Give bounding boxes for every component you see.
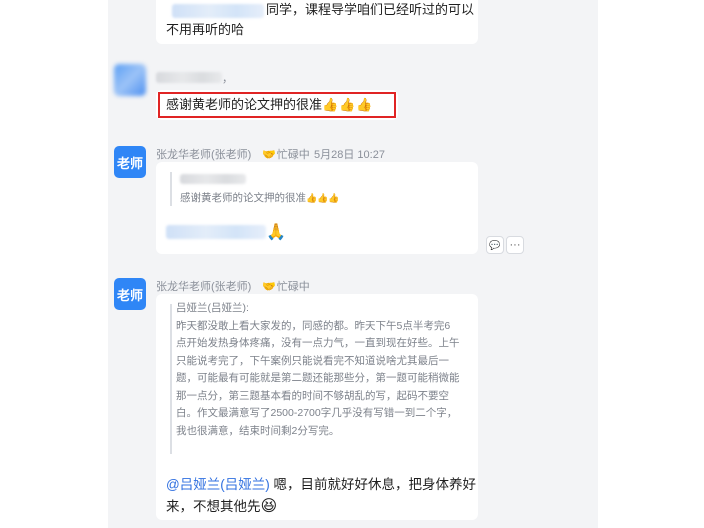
speech-bubble-icon[interactable]: 💬 <box>486 236 504 254</box>
status-icon: 🤝 <box>262 281 276 293</box>
message-bubble-4[interactable]: 吕娅兰(吕娅兰): 昨天都没敢上看大家发的，同感的都。昨天下午5点半考完6 点开… <box>156 294 478 520</box>
timestamp: 5月28日 10:27 <box>314 149 385 161</box>
more-glyph: ··· <box>509 239 521 251</box>
laughing-emoji-icon: 😆 <box>260 498 278 515</box>
avatar[interactable] <box>114 64 146 96</box>
pray-icon: 🙏 <box>266 224 286 241</box>
sender-separator: ， <box>222 73 233 85</box>
redacted-quote-name <box>180 174 246 184</box>
quote-line: 昨天都没敢上看大家发的，同感的都。昨天下午5点半考完6 <box>176 319 451 332</box>
reply-text-line1: 嗯，目前就好好休息，把身体养好 <box>269 477 476 492</box>
quote-line: 题，可能最有可能就是第二题还能那些分，第一题可能稍微能 <box>176 372 460 384</box>
quote-text: 感谢黄老师的论文押的很准 <box>180 192 306 204</box>
status-badge: 🤝忙碌中 <box>262 278 310 294</box>
quote-line: 只能说考完了，下午案例只能说看完不知道说啥尤其最后一 <box>176 354 449 367</box>
quote-line: 我也很满意，结束时间剩2分写完。 <box>176 424 340 437</box>
avatar-label: 老师 <box>116 155 143 171</box>
message-text-line2: 不用再听的哈 <box>166 22 245 37</box>
message-text-line1: 同学，课程导学咱们已经听过的可以 <box>266 2 475 17</box>
quote-block: 感谢黄老师的论文押的很准👍👍👍 <box>164 166 470 212</box>
quote-bar <box>170 172 172 206</box>
mention-link[interactable]: @吕娅兰(吕娅兰) <box>166 477 270 492</box>
quote-block: 吕娅兰(吕娅兰): 昨天都没敢上看大家发的，同感的都。昨天下午5点半考完6 点开… <box>164 298 470 460</box>
quote-author: 吕娅兰(吕娅兰): <box>176 302 249 314</box>
thumbs-up-icon: 👍👍👍 <box>306 193 340 203</box>
status-badge: 🤝忙碌中 <box>262 146 310 162</box>
quote-line: 那一点分，第三题基本看的时间不够胡乱的写，起码不要空 <box>176 389 449 402</box>
avatar-label: 老师 <box>116 287 143 303</box>
redacted-name <box>172 4 264 18</box>
quote-line: 点开始发热身体疼痛，没有一点力气，一直到现在好些。上午 <box>176 337 460 349</box>
redacted-reply-text <box>166 225 266 239</box>
more-icon[interactable]: ··· <box>506 236 524 254</box>
reply-text-line2: 来，不想其他先 <box>166 499 261 514</box>
status-icon: 🤝 <box>262 149 276 161</box>
comment-glyph: 💬 <box>489 239 501 250</box>
sender-name: 张龙华老师(张老师) <box>156 281 252 293</box>
teacher-avatar[interactable]: 老师 <box>114 278 146 310</box>
message-bubble-3[interactable]: 感谢黄老师的论文押的很准👍👍👍 🙏 <box>156 162 478 254</box>
sender-name: 张龙华老师(张老师) <box>156 149 252 161</box>
highlight-annotation <box>158 92 396 118</box>
teacher-avatar[interactable]: 老师 <box>114 146 146 178</box>
redacted-sender-name <box>156 72 222 83</box>
quote-line: 白。作文最满意写了2500-2700字几乎没有写错一到二个字， <box>176 407 458 419</box>
quote-bar <box>170 304 172 454</box>
status-text: 忙碌中 <box>276 281 310 293</box>
message-bubble-1[interactable]: 同学，课程导学咱们已经听过的可以 不用再听的哈 <box>156 0 478 44</box>
status-text: 忙碌中 <box>276 149 310 161</box>
